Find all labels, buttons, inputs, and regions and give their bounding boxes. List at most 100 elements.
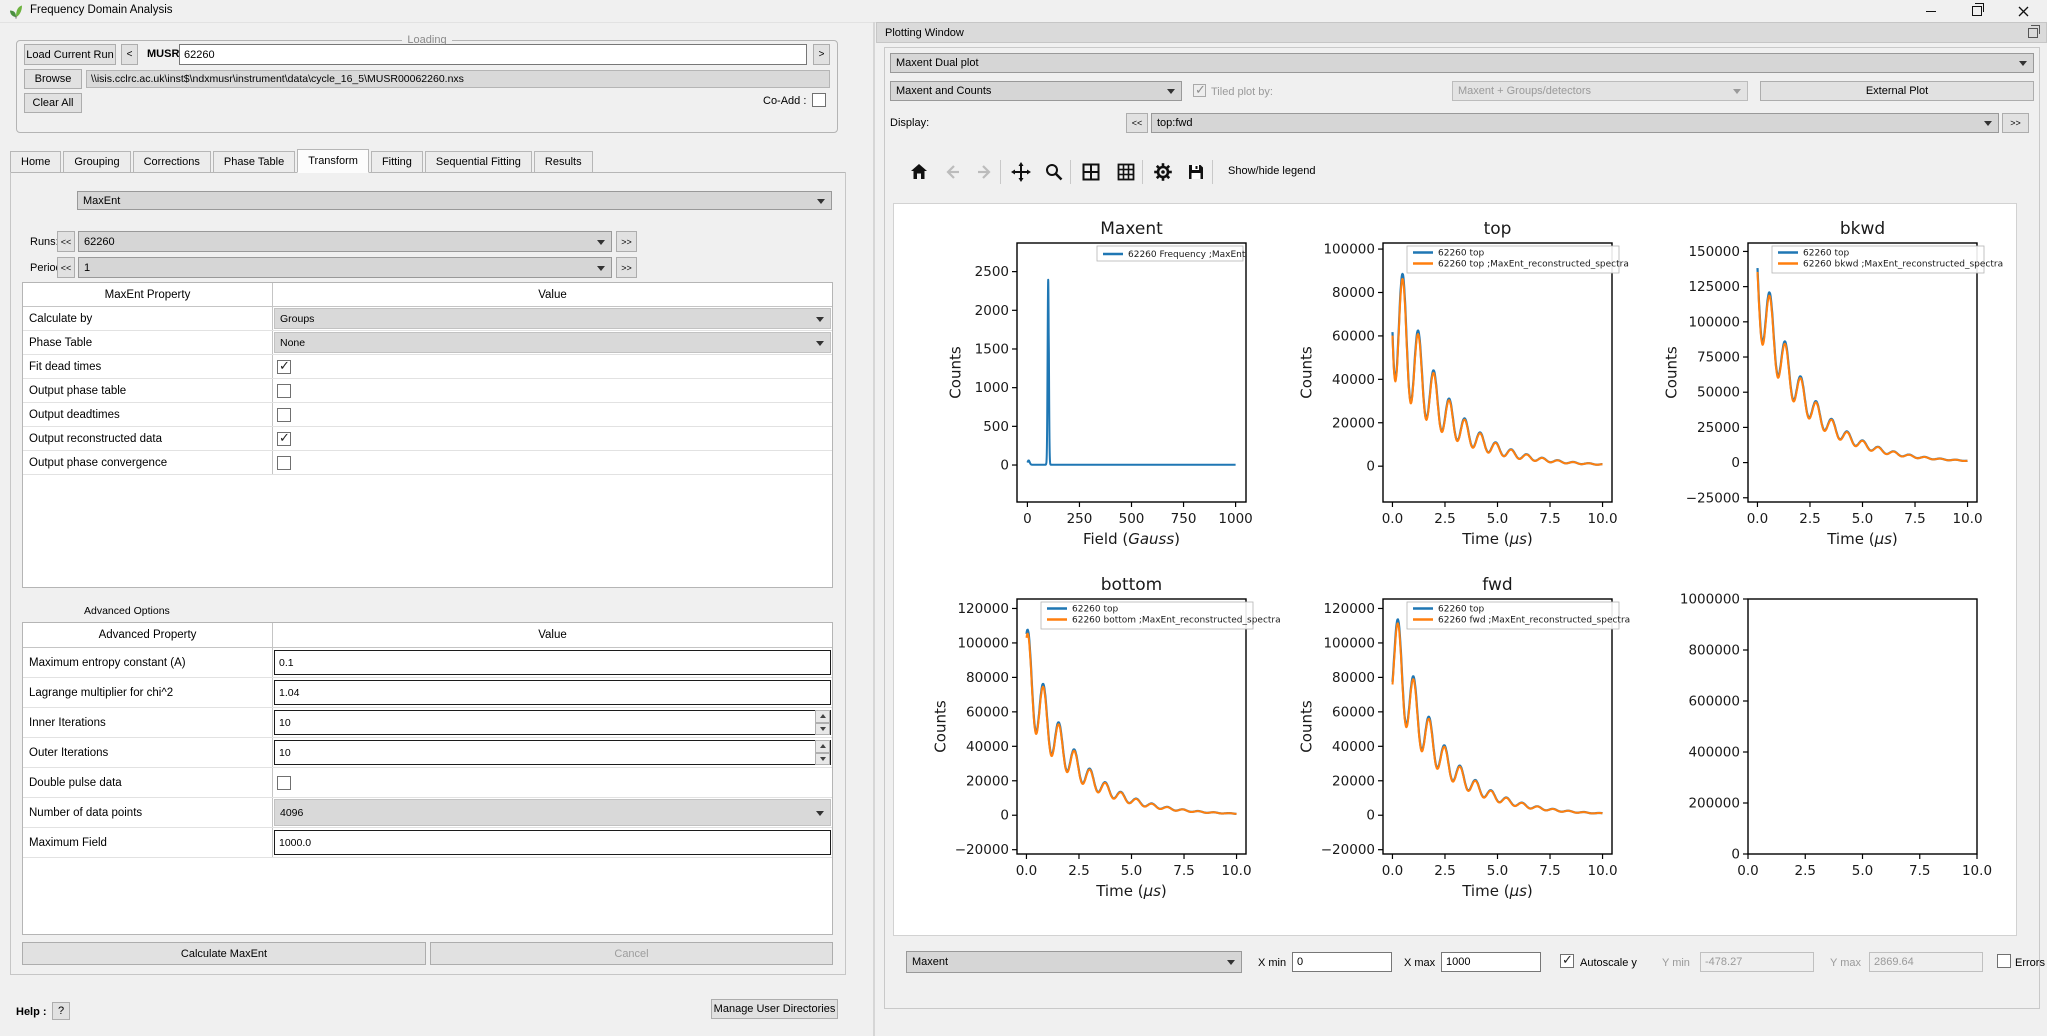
back-icon[interactable] <box>938 158 966 186</box>
subplots-icon[interactable] <box>1077 158 1105 186</box>
inner-iterations-spinner[interactable]: 10 <box>274 710 831 735</box>
panel-splitter[interactable] <box>873 22 875 1036</box>
pan-icon[interactable] <box>1007 158 1035 186</box>
table-row: Output phase table <box>23 379 832 403</box>
dropdown-arrow-icon <box>2019 61 2027 66</box>
workspace-dropdown[interactable]: Maxent <box>906 951 1242 973</box>
plotting-window-title: Plotting Window <box>885 27 964 39</box>
tab-transform[interactable]: Transform <box>297 149 369 173</box>
svg-text:7.5: 7.5 <box>1539 863 1560 879</box>
svg-text:120000: 120000 <box>957 601 1009 617</box>
minimize-button[interactable] <box>1908 0 1954 22</box>
spinner-buttons[interactable] <box>815 740 830 765</box>
spin-down-icon <box>815 753 830 766</box>
phase-table-dropdown[interactable]: None <box>274 332 831 353</box>
manage-user-directories-button[interactable]: Manage User Directories <box>711 999 838 1019</box>
errors-checkbox[interactable] <box>1997 954 2011 968</box>
close-button[interactable] <box>2000 0 2046 22</box>
svg-text:75000: 75000 <box>1697 350 1740 366</box>
svg-text:60000: 60000 <box>966 704 1009 720</box>
increment-run-button[interactable]: > <box>813 44 830 65</box>
lagrange-multiplier-input[interactable]: 1.04 <box>274 680 831 705</box>
autoscale-y-checkbox[interactable] <box>1560 954 1574 968</box>
fit-dead-times-checkbox[interactable] <box>277 360 291 374</box>
output-reconstructed-data-checkbox[interactable] <box>277 432 291 446</box>
subplot-fwd: 0.02.55.07.510.0−20000020000400006000080… <box>1297 575 1630 900</box>
output-deadtimes-checkbox[interactable] <box>277 408 291 422</box>
tab-fitting[interactable]: Fitting <box>371 151 423 172</box>
xmin-input[interactable]: 0 <box>1292 952 1392 972</box>
svg-text:7.5: 7.5 <box>1904 511 1925 527</box>
display-prev-button[interactable]: << <box>1126 113 1148 133</box>
tab-home[interactable]: Home <box>10 151 61 172</box>
outer-iterations-spinner[interactable]: 10 <box>274 740 831 765</box>
runs-label: Runs: <box>30 236 59 248</box>
tiled-plot-label: Tiled plot by: <box>1211 86 1273 98</box>
tab-phase-table[interactable]: Phase Table <box>213 151 295 172</box>
calculate-by-dropdown[interactable]: Groups <box>274 308 831 329</box>
runs-next-button[interactable]: >> <box>616 231 637 252</box>
coadd-checkbox[interactable] <box>812 93 826 107</box>
help-button[interactable]: ? <box>52 1002 70 1020</box>
output-phase-convergence-checkbox[interactable] <box>277 456 291 470</box>
table-row: Output phase convergence <box>23 451 832 475</box>
dropdown-arrow-icon <box>816 341 824 346</box>
grid-icon[interactable] <box>1112 158 1140 186</box>
load-current-run-button[interactable]: Load Current Run <box>24 44 116 65</box>
window-title: Frequency Domain Analysis <box>30 4 173 16</box>
titlebar: Frequency Domain Analysis <box>0 0 2047 23</box>
tab-bar: Home Grouping Corrections Phase Table Tr… <box>10 151 846 173</box>
display-dropdown[interactable]: top:fwd <box>1151 113 1999 133</box>
maximum-field-input[interactable]: 1000.0 <box>274 830 831 855</box>
clear-all-button[interactable]: Clear All <box>24 93 82 113</box>
svg-text:Counts: Counts <box>931 700 949 753</box>
external-plot-button[interactable]: External Plot <box>1760 81 2034 101</box>
output-phase-table-checkbox[interactable] <box>277 384 291 398</box>
decrement-run-button[interactable]: < <box>121 44 138 65</box>
table-row: Outer Iterations 10 <box>23 738 832 768</box>
subplot-bottom: 0.02.55.07.510.0−20000020000400006000080… <box>931 575 1280 900</box>
float-dock-icon[interactable] <box>2028 28 2038 38</box>
show-hide-legend-button[interactable]: Show/hide legend <box>1222 163 1321 179</box>
svg-text:100000: 100000 <box>1323 635 1375 651</box>
svg-text:62260 bkwd ;MaxEnt_reconstruct: 62260 bkwd ;MaxEnt_reconstructed_spectra <box>1803 260 2003 270</box>
save-icon[interactable] <box>1182 158 1210 186</box>
tab-results[interactable]: Results <box>534 151 593 172</box>
data-points-dropdown[interactable]: 4096 <box>274 799 831 826</box>
customize-icon[interactable] <box>1149 158 1177 186</box>
svg-text:200000: 200000 <box>1688 796 1740 812</box>
svg-text:250: 250 <box>1067 511 1093 527</box>
max-entropy-constant-input[interactable]: 0.1 <box>274 650 831 675</box>
svg-text:0: 0 <box>1366 808 1375 824</box>
svg-text:0.0: 0.0 <box>1382 863 1403 879</box>
home-icon[interactable] <box>905 158 933 186</box>
tab-sequential-fitting[interactable]: Sequential Fitting <box>425 151 532 172</box>
run-number-input[interactable]: 62260 <box>179 44 807 65</box>
display-next-button[interactable]: >> <box>2002 113 2029 133</box>
method-dropdown[interactable]: MaxEnt <box>77 191 832 210</box>
period-dropdown[interactable]: 1 <box>78 257 612 278</box>
restore-button[interactable] <box>1954 0 2000 22</box>
tab-corrections[interactable]: Corrections <box>133 151 211 172</box>
period-next-button[interactable]: >> <box>616 257 637 278</box>
svg-text:1000: 1000 <box>975 380 1009 396</box>
dropdown-arrow-icon <box>816 811 824 816</box>
svg-text:fwd: fwd <box>1482 575 1512 595</box>
spinner-buttons[interactable] <box>815 710 830 735</box>
calculate-maxent-button[interactable]: Calculate MaxEnt <box>22 942 426 965</box>
zoom-icon[interactable] <box>1040 158 1068 186</box>
forward-icon[interactable] <box>971 158 999 186</box>
xmax-input[interactable]: 1000 <box>1441 952 1541 972</box>
runs-prev-button[interactable]: << <box>57 231 75 252</box>
tab-grouping[interactable]: Grouping <box>63 151 130 172</box>
double-pulse-data-checkbox[interactable] <box>277 776 291 790</box>
svg-text:750: 750 <box>1171 511 1197 527</box>
period-prev-button[interactable]: << <box>57 257 75 278</box>
toolbar-separator <box>1212 160 1213 184</box>
browse-button[interactable]: Browse <box>24 69 82 89</box>
svg-text:10.0: 10.0 <box>1588 511 1618 527</box>
runs-dropdown[interactable]: 62260 <box>78 231 612 252</box>
errors-label: Errors <box>2015 957 2045 969</box>
plot-type-dropdown[interactable]: Maxent Dual plot <box>890 53 2034 73</box>
plot-data-dropdown[interactable]: Maxent and Counts <box>890 81 1182 101</box>
